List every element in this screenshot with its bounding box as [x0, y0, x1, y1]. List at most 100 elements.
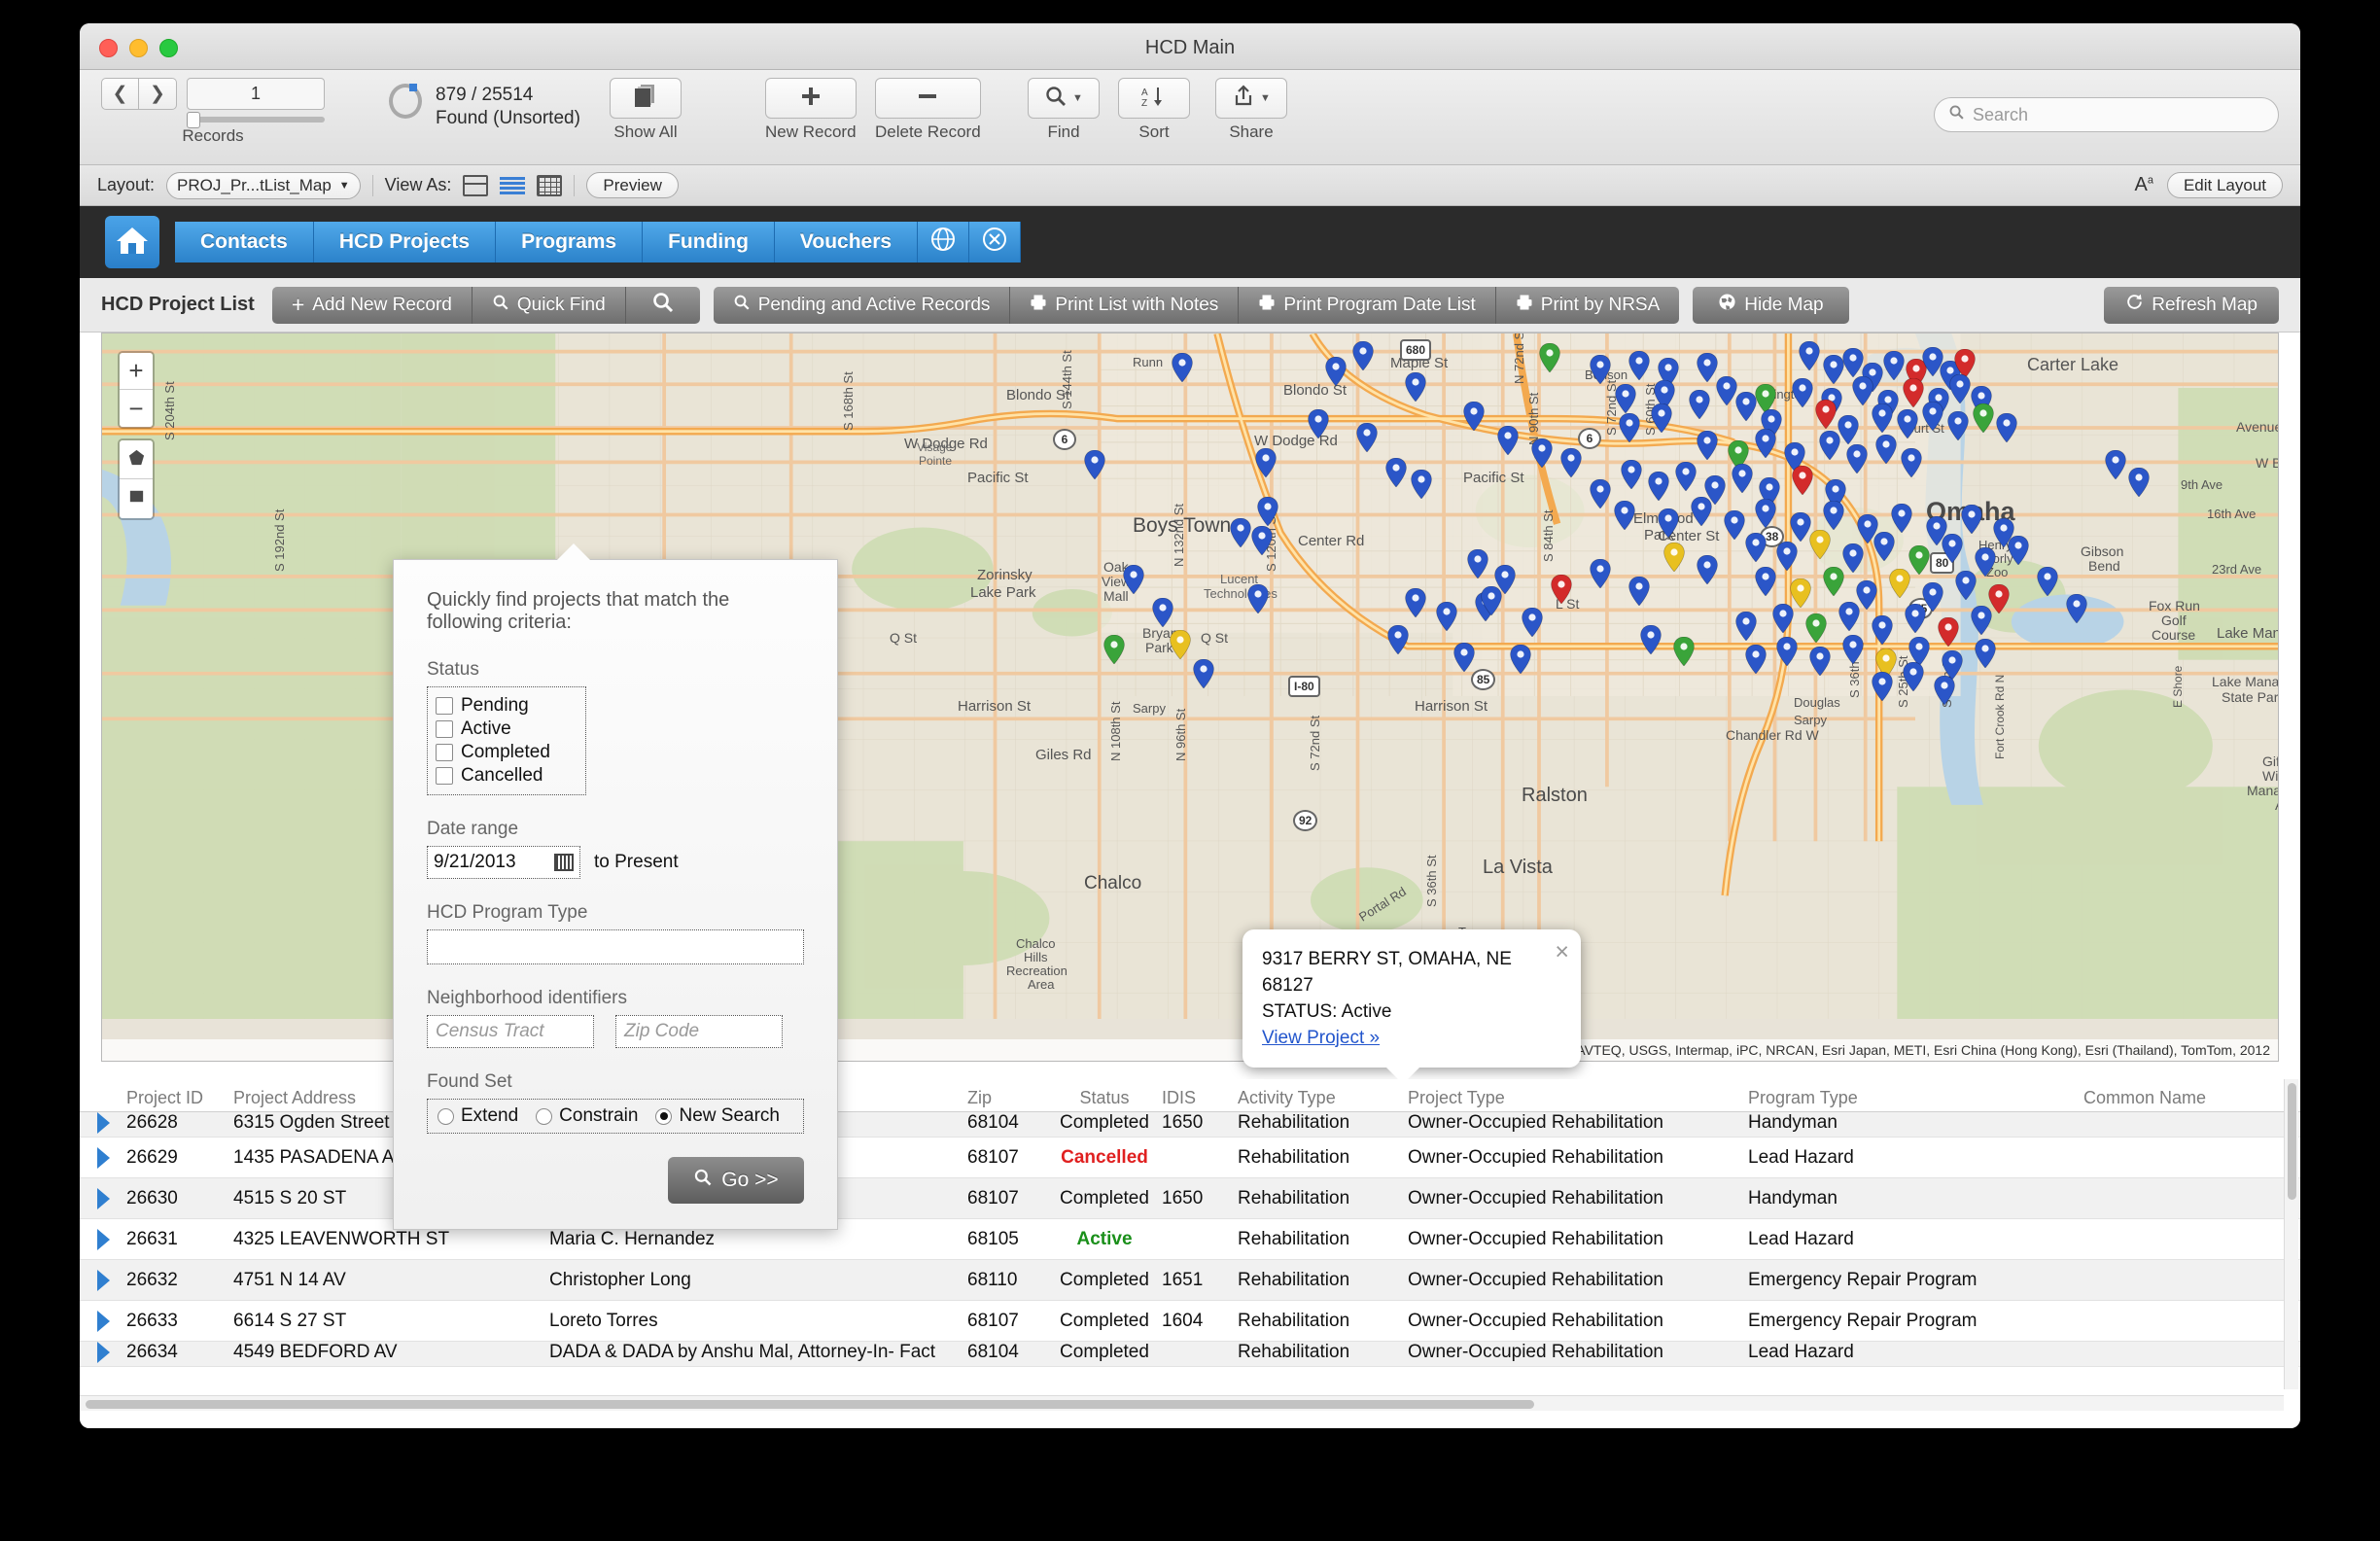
map-marker[interactable] [1745, 533, 1767, 562]
print-by-nrsa-button[interactable]: Print by NRSA [1495, 286, 1680, 324]
row-select-arrow[interactable] [80, 1310, 126, 1332]
map-marker[interactable] [1872, 615, 1893, 645]
map-marker[interactable] [1897, 409, 1918, 438]
map-marker[interactable] [1621, 460, 1642, 489]
go-button[interactable]: Go >> [668, 1157, 804, 1204]
map-marker[interactable] [1776, 542, 1798, 571]
map-marker[interactable] [1619, 413, 1640, 442]
map-marker[interactable] [1838, 415, 1859, 444]
find-button[interactable]: ▼ [1028, 78, 1100, 119]
map-marker[interactable] [1755, 499, 1776, 528]
chevron-down-icon[interactable]: ▼ [1260, 92, 1271, 104]
map-marker[interactable] [1560, 448, 1582, 477]
map-marker[interactable] [1510, 645, 1531, 674]
map-draw-control[interactable] [118, 438, 155, 520]
map-marker[interactable] [1735, 612, 1757, 641]
checkbox[interactable] [436, 744, 453, 761]
column-header-project-type[interactable]: Project Type [1408, 1088, 1748, 1108]
map-marker[interactable] [1590, 355, 1611, 384]
map-marker[interactable] [1387, 625, 1409, 654]
map-marker[interactable] [1651, 403, 1672, 433]
map-marker[interactable] [1614, 501, 1635, 530]
map-marker[interactable] [1463, 402, 1485, 431]
map-marker[interactable] [1947, 411, 1969, 440]
zoom-in-button[interactable]: + [120, 353, 153, 390]
map-marker[interactable] [1172, 353, 1193, 382]
status-checkbox-cancelled[interactable]: Cancelled [436, 765, 550, 787]
map-marker[interactable] [1903, 378, 1924, 407]
map-marker[interactable] [1531, 438, 1553, 468]
map-marker[interactable] [1842, 348, 1864, 377]
row-select-arrow[interactable] [80, 1269, 126, 1291]
map-marker[interactable] [1883, 351, 1905, 380]
form-view-button[interactable] [463, 174, 489, 196]
map-marker[interactable] [1809, 647, 1831, 676]
map-marker[interactable] [1551, 575, 1572, 604]
map-zoom-control[interactable]: + − [118, 351, 155, 429]
map-marker[interactable] [2008, 536, 2029, 565]
print-program-date-list-button[interactable]: Print Program Date List [1239, 286, 1496, 324]
map-marker[interactable] [1792, 378, 1813, 407]
calendar-icon[interactable] [554, 854, 574, 871]
show-all-button[interactable] [610, 78, 682, 119]
map-marker[interactable] [1745, 645, 1767, 674]
zip-code-input[interactable]: Zip Code [615, 1015, 783, 1048]
map-marker[interactable] [2066, 594, 2087, 623]
map-marker[interactable] [1755, 429, 1776, 458]
map-marker[interactable] [1815, 400, 1837, 429]
map-marker[interactable] [1872, 403, 1893, 433]
map-marker[interactable] [1955, 571, 1977, 600]
date-from-input[interactable]: 9/21/2013 [427, 846, 580, 879]
map-marker[interactable] [1792, 466, 1813, 495]
record-number-input[interactable]: 1 [187, 78, 325, 110]
map-marker[interactable] [1689, 390, 1710, 419]
map-marker[interactable] [1675, 462, 1697, 491]
map-marker[interactable] [1938, 617, 1959, 647]
map-marker[interactable] [1325, 357, 1347, 386]
map-marker[interactable] [1405, 588, 1426, 617]
map-marker[interactable] [1872, 672, 1893, 701]
map-marker[interactable] [1308, 409, 1329, 438]
found-set-radio-new-search[interactable]: New Search [655, 1105, 780, 1127]
map-marker[interactable] [1436, 602, 1457, 631]
add-new-record-button[interactable]: + Add New Record [271, 286, 472, 324]
map-marker[interactable] [1975, 639, 1996, 668]
chevron-down-icon[interactable]: ▼ [1072, 92, 1083, 104]
column-header-common-name[interactable]: Common Name [2083, 1088, 2278, 1108]
radio[interactable] [536, 1107, 553, 1125]
nav-tab-hcd-projects[interactable]: HCD Projects [313, 222, 497, 263]
pending-active-records-button[interactable]: Pending and Active Records [713, 286, 1011, 324]
map-marker[interactable] [1257, 497, 1278, 526]
row-select-arrow[interactable] [80, 1342, 126, 1363]
refresh-map-button[interactable]: Refresh Map [2104, 286, 2279, 324]
map-marker[interactable] [1903, 662, 1924, 691]
program-type-input[interactable] [427, 929, 804, 964]
map-marker[interactable] [1640, 625, 1662, 654]
map-marker[interactable] [1467, 549, 1488, 578]
nav-tab-vouchers[interactable]: Vouchers [774, 222, 919, 263]
map-marker[interactable] [1755, 567, 1776, 596]
map-marker[interactable] [1405, 372, 1426, 402]
map-marker[interactable] [1352, 341, 1374, 370]
map-marker[interactable] [1697, 431, 1718, 460]
map-marker[interactable] [1776, 637, 1798, 666]
home-button[interactable] [105, 216, 159, 268]
map-marker[interactable] [1842, 635, 1864, 664]
map-marker[interactable] [1908, 545, 1930, 575]
map-marker[interactable] [1628, 577, 1650, 606]
map-marker[interactable] [1891, 504, 1912, 533]
nav-tab-contacts[interactable]: Contacts [175, 222, 314, 263]
row-select-arrow[interactable] [80, 1228, 126, 1250]
map-marker[interactable] [1193, 659, 1214, 688]
table-row[interactable]: 26632 4751 N 14 AV Christopher Long 68110 Co… [80, 1260, 2300, 1301]
map-marker[interactable] [1648, 472, 1669, 501]
map-marker[interactable] [1697, 353, 1718, 382]
map-marker[interactable] [1103, 635, 1125, 664]
map-marker[interactable] [1905, 604, 1926, 633]
map-marker[interactable] [1975, 547, 1996, 577]
map-marker[interactable] [1356, 423, 1378, 452]
map-marker[interactable] [1873, 532, 1895, 561]
text-size-icon[interactable]: Aa [2134, 174, 2152, 196]
checkbox[interactable] [436, 697, 453, 715]
map-marker[interactable] [1385, 458, 1407, 487]
